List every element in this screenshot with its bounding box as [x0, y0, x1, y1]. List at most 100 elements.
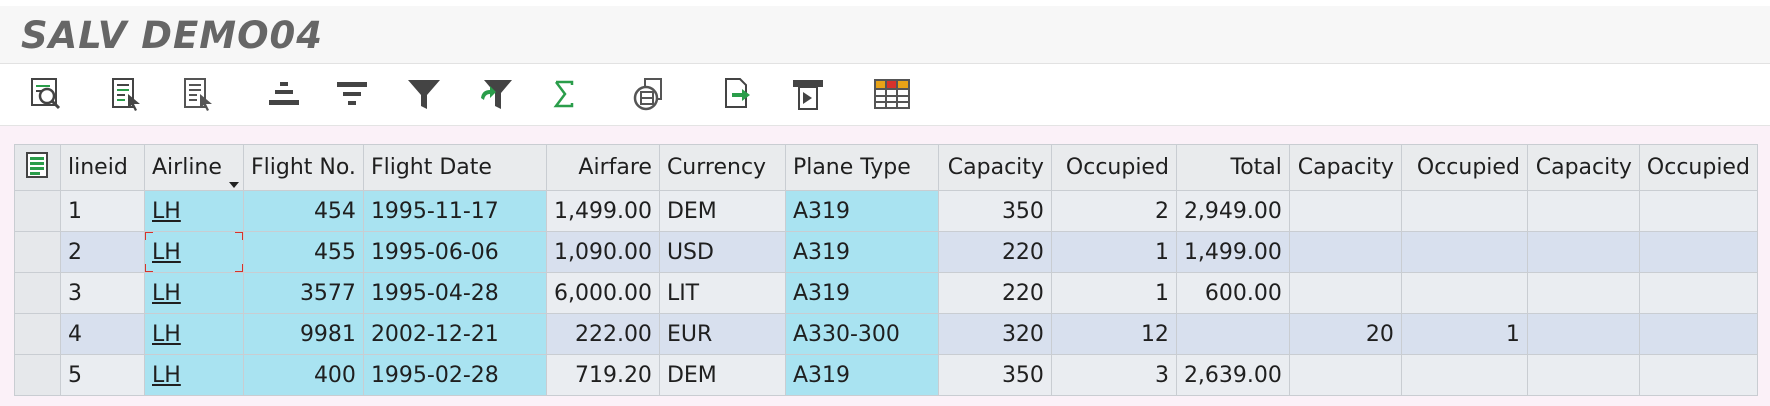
cell-occupied-3[interactable] — [1638, 231, 1758, 273]
cell-flight-no[interactable]: 455 — [243, 231, 364, 273]
cell-capacity-2[interactable] — [1288, 272, 1402, 314]
table-row[interactable]: 5 LH 400 1995-02-28 719.20 DEM A319 350 … — [14, 354, 1758, 396]
cell-capacity[interactable]: 220 — [937, 272, 1052, 314]
cell-capacity-3[interactable] — [1526, 272, 1640, 314]
airline-link[interactable]: LH — [152, 322, 181, 347]
airline-link[interactable]: LH — [152, 240, 181, 265]
cell-plane-type[interactable]: A330-300 — [784, 313, 939, 355]
row-selector[interactable] — [14, 272, 61, 314]
column-header-lineid[interactable]: lineid — [60, 144, 145, 191]
cell-airfare[interactable]: 1,090.00 — [545, 231, 660, 273]
cell-occupied-2[interactable] — [1400, 354, 1528, 396]
cell-capacity-3[interactable] — [1526, 354, 1640, 396]
cell-capacity-3[interactable] — [1526, 190, 1640, 232]
cell-occupied-2[interactable] — [1400, 272, 1528, 314]
airline-link[interactable]: LH — [152, 199, 181, 224]
cell-airline[interactable]: LH — [144, 272, 244, 314]
cell-currency[interactable]: DEM — [658, 354, 786, 396]
cell-lineid[interactable]: 2 — [60, 231, 145, 273]
cell-currency[interactable]: USD — [658, 231, 786, 273]
column-header-occupied-3[interactable]: Occupied — [1638, 144, 1758, 191]
column-header-occupied[interactable]: Occupied — [1050, 144, 1177, 191]
cell-total[interactable]: 1,499.00 — [1175, 231, 1290, 273]
cell-occupied-3[interactable] — [1638, 354, 1758, 396]
row-selector[interactable] — [14, 313, 61, 355]
cell-total[interactable] — [1175, 313, 1290, 355]
cell-capacity-3[interactable] — [1526, 231, 1640, 273]
cell-lineid[interactable]: 5 — [60, 354, 145, 396]
table-row[interactable]: 4 LH 9981 2002-12-21 222.00 EUR A330-300… — [14, 313, 1758, 355]
row-selector[interactable] — [14, 190, 61, 232]
cell-flight-no[interactable]: 400 — [243, 354, 364, 396]
cell-plane-type[interactable]: A319 — [784, 354, 939, 396]
cell-plane-type[interactable]: A319 — [784, 190, 939, 232]
cell-occupied-2[interactable] — [1400, 190, 1528, 232]
cell-flight-date[interactable]: 1995-06-06 — [362, 231, 547, 273]
cell-airfare[interactable]: 1,499.00 — [545, 190, 660, 232]
change-layout-button[interactable] — [176, 72, 220, 116]
cell-occupied[interactable]: 2 — [1050, 190, 1177, 232]
cell-occupied-2[interactable] — [1400, 231, 1528, 273]
cell-currency[interactable]: EUR — [658, 313, 786, 355]
column-header-occupied-2[interactable]: Occupied — [1400, 144, 1528, 191]
column-header-capacity[interactable]: Capacity — [937, 144, 1052, 191]
cell-total[interactable]: 600.00 — [1175, 272, 1290, 314]
filter-button[interactable] — [402, 72, 446, 116]
table-row[interactable]: 3 LH 3577 1995-04-28 6,000.00 LIT A319 2… — [14, 272, 1758, 314]
cell-capacity[interactable]: 350 — [937, 354, 1052, 396]
column-header-total[interactable]: Total — [1175, 144, 1290, 191]
export-button[interactable] — [714, 72, 758, 116]
cell-occupied[interactable]: 3 — [1050, 354, 1177, 396]
print-button[interactable] — [786, 72, 830, 116]
cell-occupied[interactable]: 1 — [1050, 231, 1177, 273]
column-header-plane-type[interactable]: Plane Type — [784, 144, 939, 191]
cell-capacity-2[interactable]: 20 — [1288, 313, 1402, 355]
cell-occupied-3[interactable] — [1638, 190, 1758, 232]
cell-flight-no[interactable]: 3577 — [243, 272, 364, 314]
cell-flight-date[interactable]: 1995-02-28 — [362, 354, 547, 396]
cell-occupied[interactable]: 1 — [1050, 272, 1177, 314]
delete-filter-button[interactable] — [474, 72, 518, 116]
cell-capacity-2[interactable] — [1288, 354, 1402, 396]
column-header-flight-date[interactable]: Flight Date — [362, 144, 547, 191]
cell-airline-focused[interactable]: LH — [144, 231, 244, 273]
cell-flight-date[interactable]: 1995-11-17 — [362, 190, 547, 232]
cell-occupied[interactable]: 12 — [1050, 313, 1177, 355]
cell-plane-type[interactable]: A319 — [784, 231, 939, 273]
details-button[interactable] — [24, 72, 68, 116]
column-header-airfare[interactable]: Airfare — [545, 144, 660, 191]
cell-capacity-3[interactable] — [1526, 313, 1640, 355]
cell-occupied-2[interactable]: 1 — [1400, 313, 1528, 355]
cell-flight-no[interactable]: 9981 — [243, 313, 364, 355]
cell-airfare[interactable]: 6,000.00 — [545, 272, 660, 314]
cell-total[interactable]: 2,949.00 — [1175, 190, 1290, 232]
cell-lineid[interactable]: 3 — [60, 272, 145, 314]
cell-occupied-3[interactable] — [1638, 313, 1758, 355]
cell-airline[interactable]: LH — [144, 354, 244, 396]
cell-capacity[interactable]: 320 — [937, 313, 1052, 355]
column-header-currency[interactable]: Currency — [658, 144, 786, 191]
column-header-flight-no[interactable]: Flight No. — [243, 144, 364, 191]
column-header-capacity-3[interactable]: Capacity — [1526, 144, 1640, 191]
sort-ascending-button[interactable] — [262, 72, 306, 116]
select-all-button[interactable] — [14, 144, 61, 191]
cell-airline[interactable]: LH — [144, 190, 244, 232]
sort-descending-button[interactable] — [330, 72, 374, 116]
row-selector[interactable] — [14, 354, 61, 396]
cell-plane-type[interactable]: A319 — [784, 272, 939, 314]
cell-lineid[interactable]: 4 — [60, 313, 145, 355]
table-row[interactable]: 1 LH 454 1995-11-17 1,499.00 DEM A319 35… — [14, 190, 1758, 232]
select-layout-button[interactable] — [104, 72, 148, 116]
cell-capacity-2[interactable] — [1288, 231, 1402, 273]
cell-lineid[interactable]: 1 — [60, 190, 145, 232]
cell-currency[interactable]: DEM — [658, 190, 786, 232]
cell-capacity[interactable]: 350 — [937, 190, 1052, 232]
cell-flight-date[interactable]: 1995-04-28 — [362, 272, 547, 314]
cell-currency[interactable]: LIT — [658, 272, 786, 314]
airline-link[interactable]: LH — [152, 363, 181, 388]
layout-grid-button[interactable] — [870, 72, 914, 116]
row-selector[interactable] — [14, 231, 61, 273]
table-row[interactable]: 2 LH 455 1995-06-06 1,090.00 USD A319 22… — [14, 231, 1758, 273]
cell-airfare[interactable]: 719.20 — [545, 354, 660, 396]
cell-airfare[interactable]: 222.00 — [545, 313, 660, 355]
